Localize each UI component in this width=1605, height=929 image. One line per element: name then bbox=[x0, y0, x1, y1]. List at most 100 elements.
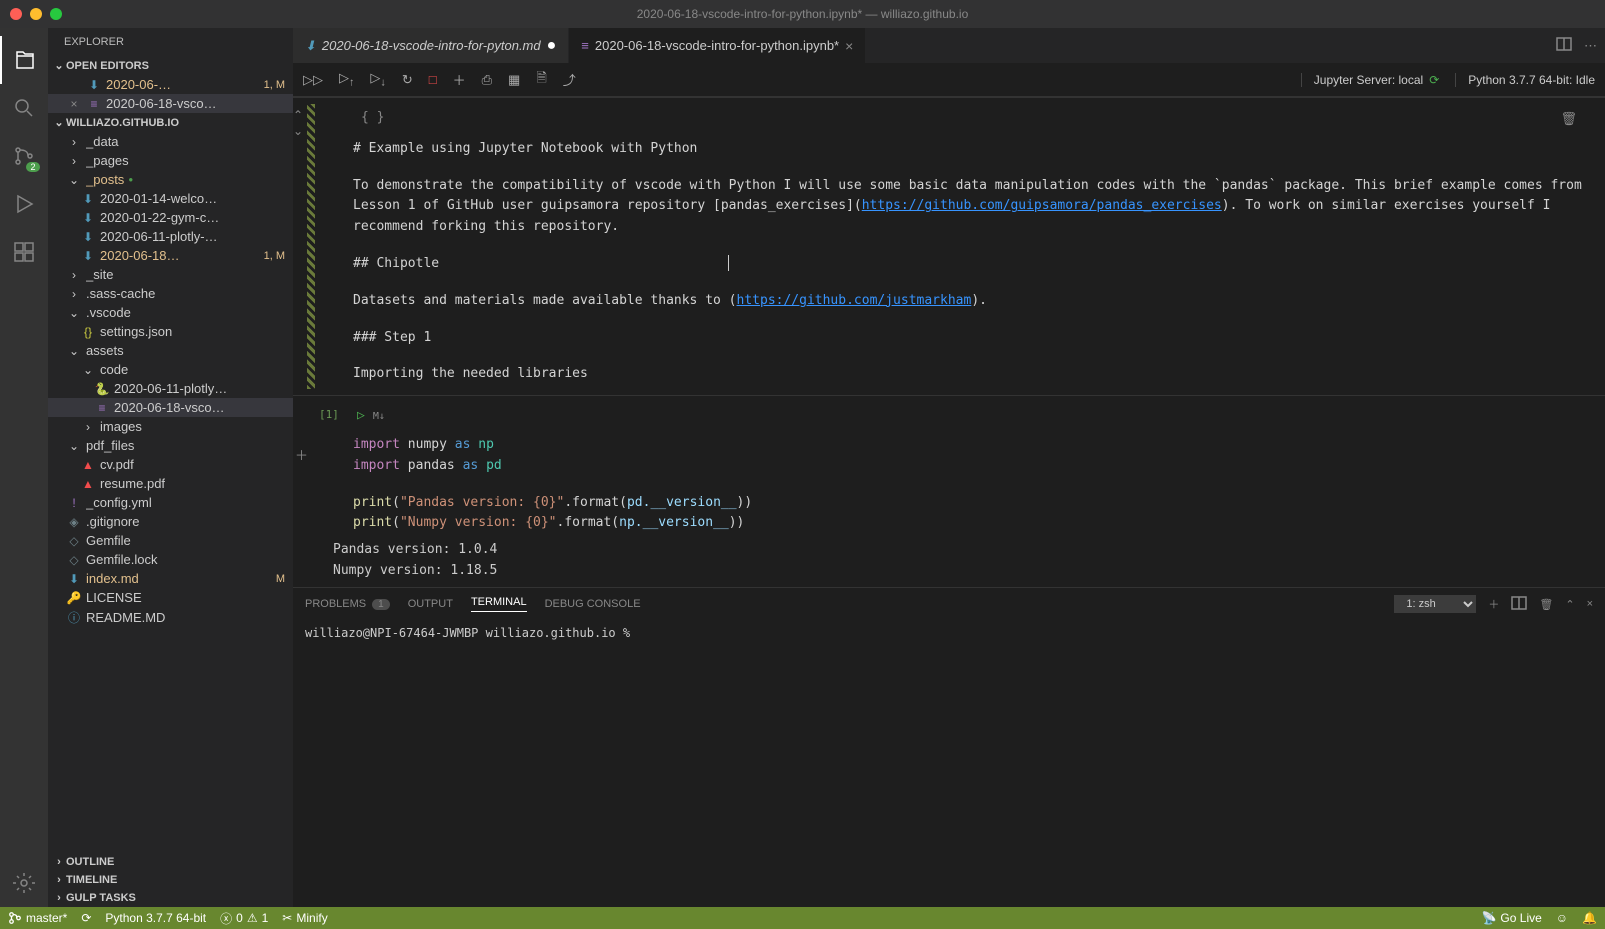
restart-kernel-button[interactable]: ↻ bbox=[402, 72, 413, 88]
export-button[interactable]: ⤴ bbox=[563, 70, 576, 89]
folder-item[interactable]: ⌄.vscode bbox=[48, 303, 293, 322]
close-tab-button[interactable]: × bbox=[845, 38, 853, 54]
window-minimize-button[interactable] bbox=[30, 8, 42, 20]
go-live-button[interactable]: 📡 Go Live bbox=[1481, 911, 1541, 925]
activity-bar: 2 bbox=[0, 28, 48, 907]
search-tab[interactable] bbox=[0, 84, 48, 132]
folder-item[interactable]: ⌄code bbox=[48, 360, 293, 379]
file-item[interactable]: ◇Gemfile bbox=[48, 531, 293, 550]
notebook-icon: ≡ bbox=[581, 38, 589, 53]
python-interpreter-status[interactable]: Python 3.7.7 64-bit bbox=[105, 911, 206, 925]
more-actions-button[interactable]: ⋯ bbox=[1584, 38, 1597, 54]
variables-button[interactable]: ▦ bbox=[508, 72, 520, 88]
pandas-exercises-link[interactable]: https://github.com/guipsamora/pandas_exe… bbox=[862, 198, 1222, 213]
file-item[interactable]: ⬇2020-01-22-gym-c… bbox=[48, 208, 293, 227]
notifications-button[interactable]: 🔔 bbox=[1582, 911, 1597, 925]
problems-status[interactable]: ⓧ 0 ⚠ 1 bbox=[220, 910, 268, 927]
folder-item[interactable]: ⌄assets bbox=[48, 341, 293, 360]
timeline-header[interactable]: ›TIMELINE bbox=[48, 871, 293, 889]
split-editor-button[interactable] bbox=[1556, 36, 1572, 55]
close-panel-button[interactable]: × bbox=[1587, 598, 1593, 610]
gulp-header[interactable]: ›GULP TASKS bbox=[48, 889, 293, 907]
justmarkham-link[interactable]: https://github.com/justmarkham bbox=[737, 293, 972, 308]
output-tab[interactable]: OUTPUT bbox=[408, 598, 453, 610]
file-item[interactable]: ⓘREADME.MD bbox=[48, 607, 293, 628]
file-item[interactable]: {}settings.json bbox=[48, 322, 293, 341]
folder-item[interactable]: ⌄_posts● bbox=[48, 170, 293, 189]
split-terminal-button[interactable] bbox=[1511, 595, 1527, 614]
cell-output: Pandas version: 1.0.4 Numpy version: 1.1… bbox=[333, 540, 1585, 582]
editor-tab-md[interactable]: ⬇ 2020-06-18-vscode-intro-for-pyton.md ● bbox=[293, 28, 569, 63]
editor-tab-notebook[interactable]: ≡ 2020-06-18-vscode-intro-for-python.ipy… bbox=[569, 28, 866, 63]
file-item[interactable]: ≡2020-06-18-vsco… bbox=[48, 398, 293, 417]
window-close-button[interactable] bbox=[10, 8, 22, 20]
kernel-status[interactable]: Python 3.7.7 64-bit: Idle bbox=[1455, 73, 1595, 87]
problems-tab[interactable]: PROBLEMS1 bbox=[305, 598, 390, 610]
file-item[interactable]: ▲resume.pdf bbox=[48, 474, 293, 493]
editor-tabs: ⬇ 2020-06-18-vscode-intro-for-pyton.md ●… bbox=[293, 28, 1605, 63]
folder-item[interactable]: ›_site bbox=[48, 265, 293, 284]
markdown-cell[interactable]: ⌃⌄ 🗑 { } # Example using Jupyter Noteboo… bbox=[293, 97, 1605, 396]
file-item[interactable]: ⬇index.mdM bbox=[48, 569, 293, 588]
interrupt-kernel-button[interactable]: □ bbox=[429, 72, 437, 87]
open-editor-item[interactable]: ×≡2020-06-18-vsco… bbox=[48, 94, 293, 113]
terminal-body[interactable]: williazo@NPI-67464-JWMBP williazo.github… bbox=[293, 620, 1605, 907]
open-editors-header[interactable]: ⌄OPEN EDITORS bbox=[48, 56, 293, 75]
notebook-body[interactable]: ⌃⌄ 🗑 { } # Example using Jupyter Noteboo… bbox=[293, 97, 1605, 587]
folder-item[interactable]: ›.sass-cache bbox=[48, 284, 293, 303]
delete-cell-button[interactable]: 🗑 bbox=[1560, 110, 1577, 131]
run-below-button[interactable]: ▷↓ bbox=[370, 70, 385, 89]
git-branch-status[interactable]: master* bbox=[8, 911, 67, 925]
file-item[interactable]: ⬇2020-01-14-welco… bbox=[48, 189, 293, 208]
terminal-prompt: williazo@NPI-67464-JWMBP williazo.github… bbox=[305, 626, 630, 640]
text-cursor bbox=[728, 255, 729, 271]
kill-terminal-button[interactable]: 🗑 bbox=[1539, 598, 1553, 611]
debug-console-tab[interactable]: DEBUG CONSOLE bbox=[545, 598, 641, 610]
bottom-panel: PROBLEMS1 OUTPUT TERMINAL DEBUG CONSOLE … bbox=[293, 587, 1605, 907]
terminal-tab[interactable]: TERMINAL bbox=[471, 596, 527, 612]
jupyter-server-status[interactable]: Jupyter Server: local⟳ bbox=[1301, 73, 1439, 87]
outline-header[interactable]: ›OUTLINE bbox=[48, 853, 293, 871]
settings-gear[interactable] bbox=[0, 859, 48, 907]
extensions-tab[interactable] bbox=[0, 228, 48, 276]
folder-item[interactable]: ⌄pdf_files bbox=[48, 436, 293, 455]
file-item[interactable]: ⬇2020-06-18…1, M bbox=[48, 246, 293, 265]
clear-outputs-button[interactable]: ⎙ bbox=[482, 72, 492, 88]
run-debug-tab[interactable] bbox=[0, 180, 48, 228]
file-item[interactable]: ⬇2020-06-11-plotly-… bbox=[48, 227, 293, 246]
add-cell-button[interactable]: ＋ bbox=[453, 70, 466, 89]
code-cell[interactable]: [1] ▷ M↓ import numpy as np import panda… bbox=[293, 396, 1605, 587]
explorer-sidebar: EXPLORER ⌄OPEN EDITORS ⬇2020-06-…1, M×≡2… bbox=[48, 28, 293, 907]
notebook-toolbar: ▷▷ ▷↑ ▷↓ ↻ □ ＋ ⎙ ▦ 🗎 ⤴ Jupyter Server: l… bbox=[293, 63, 1605, 97]
save-button[interactable]: 🗎 bbox=[536, 69, 546, 91]
file-item[interactable]: ◇Gemfile.lock bbox=[48, 550, 293, 569]
file-item[interactable]: 🐍2020-06-11-plotly… bbox=[48, 379, 293, 398]
minify-status[interactable]: ✂ Minify bbox=[282, 911, 327, 925]
workspace-header[interactable]: ⌄WILLIAZO.GITHUB.IO bbox=[48, 113, 293, 132]
titlebar: 2020-06-18-vscode-intro-for-python.ipynb… bbox=[0, 0, 1605, 28]
window-maximize-button[interactable] bbox=[50, 8, 62, 20]
new-terminal-button[interactable]: ＋ bbox=[1488, 596, 1499, 612]
source-control-tab[interactable]: 2 bbox=[0, 132, 48, 180]
terminal-selector[interactable]: 1: zsh bbox=[1394, 595, 1476, 613]
run-cell-button[interactable]: ▷ bbox=[357, 406, 365, 427]
dirty-indicator: ● bbox=[547, 38, 557, 54]
feedback-button[interactable]: ☺ bbox=[1556, 911, 1568, 925]
open-editor-item[interactable]: ⬇2020-06-…1, M bbox=[48, 75, 293, 94]
folder-item[interactable]: ›_data bbox=[48, 132, 293, 151]
run-above-button[interactable]: ▷↑ bbox=[339, 70, 354, 89]
sidebar-title: EXPLORER bbox=[48, 28, 293, 56]
file-item[interactable]: !_config.yml bbox=[48, 493, 293, 512]
run-all-button[interactable]: ▷▷ bbox=[303, 72, 323, 88]
folder-item[interactable]: ›images bbox=[48, 417, 293, 436]
sync-status[interactable]: ⟳ bbox=[81, 911, 91, 925]
maximize-panel-button[interactable]: ⌃ bbox=[1565, 598, 1574, 611]
cell-mode-indicator[interactable]: M↓ bbox=[373, 409, 385, 425]
file-item[interactable]: 🔑LICENSE bbox=[48, 588, 293, 607]
file-item[interactable]: ▲cv.pdf bbox=[48, 455, 293, 474]
file-item[interactable]: ◈.gitignore bbox=[48, 512, 293, 531]
folder-item[interactable]: ›_pages bbox=[48, 151, 293, 170]
collapse-up-icon[interactable]: ⌃ bbox=[293, 108, 303, 122]
collapse-down-icon[interactable]: ⌄ bbox=[293, 124, 303, 138]
explorer-tab[interactable] bbox=[0, 36, 48, 84]
